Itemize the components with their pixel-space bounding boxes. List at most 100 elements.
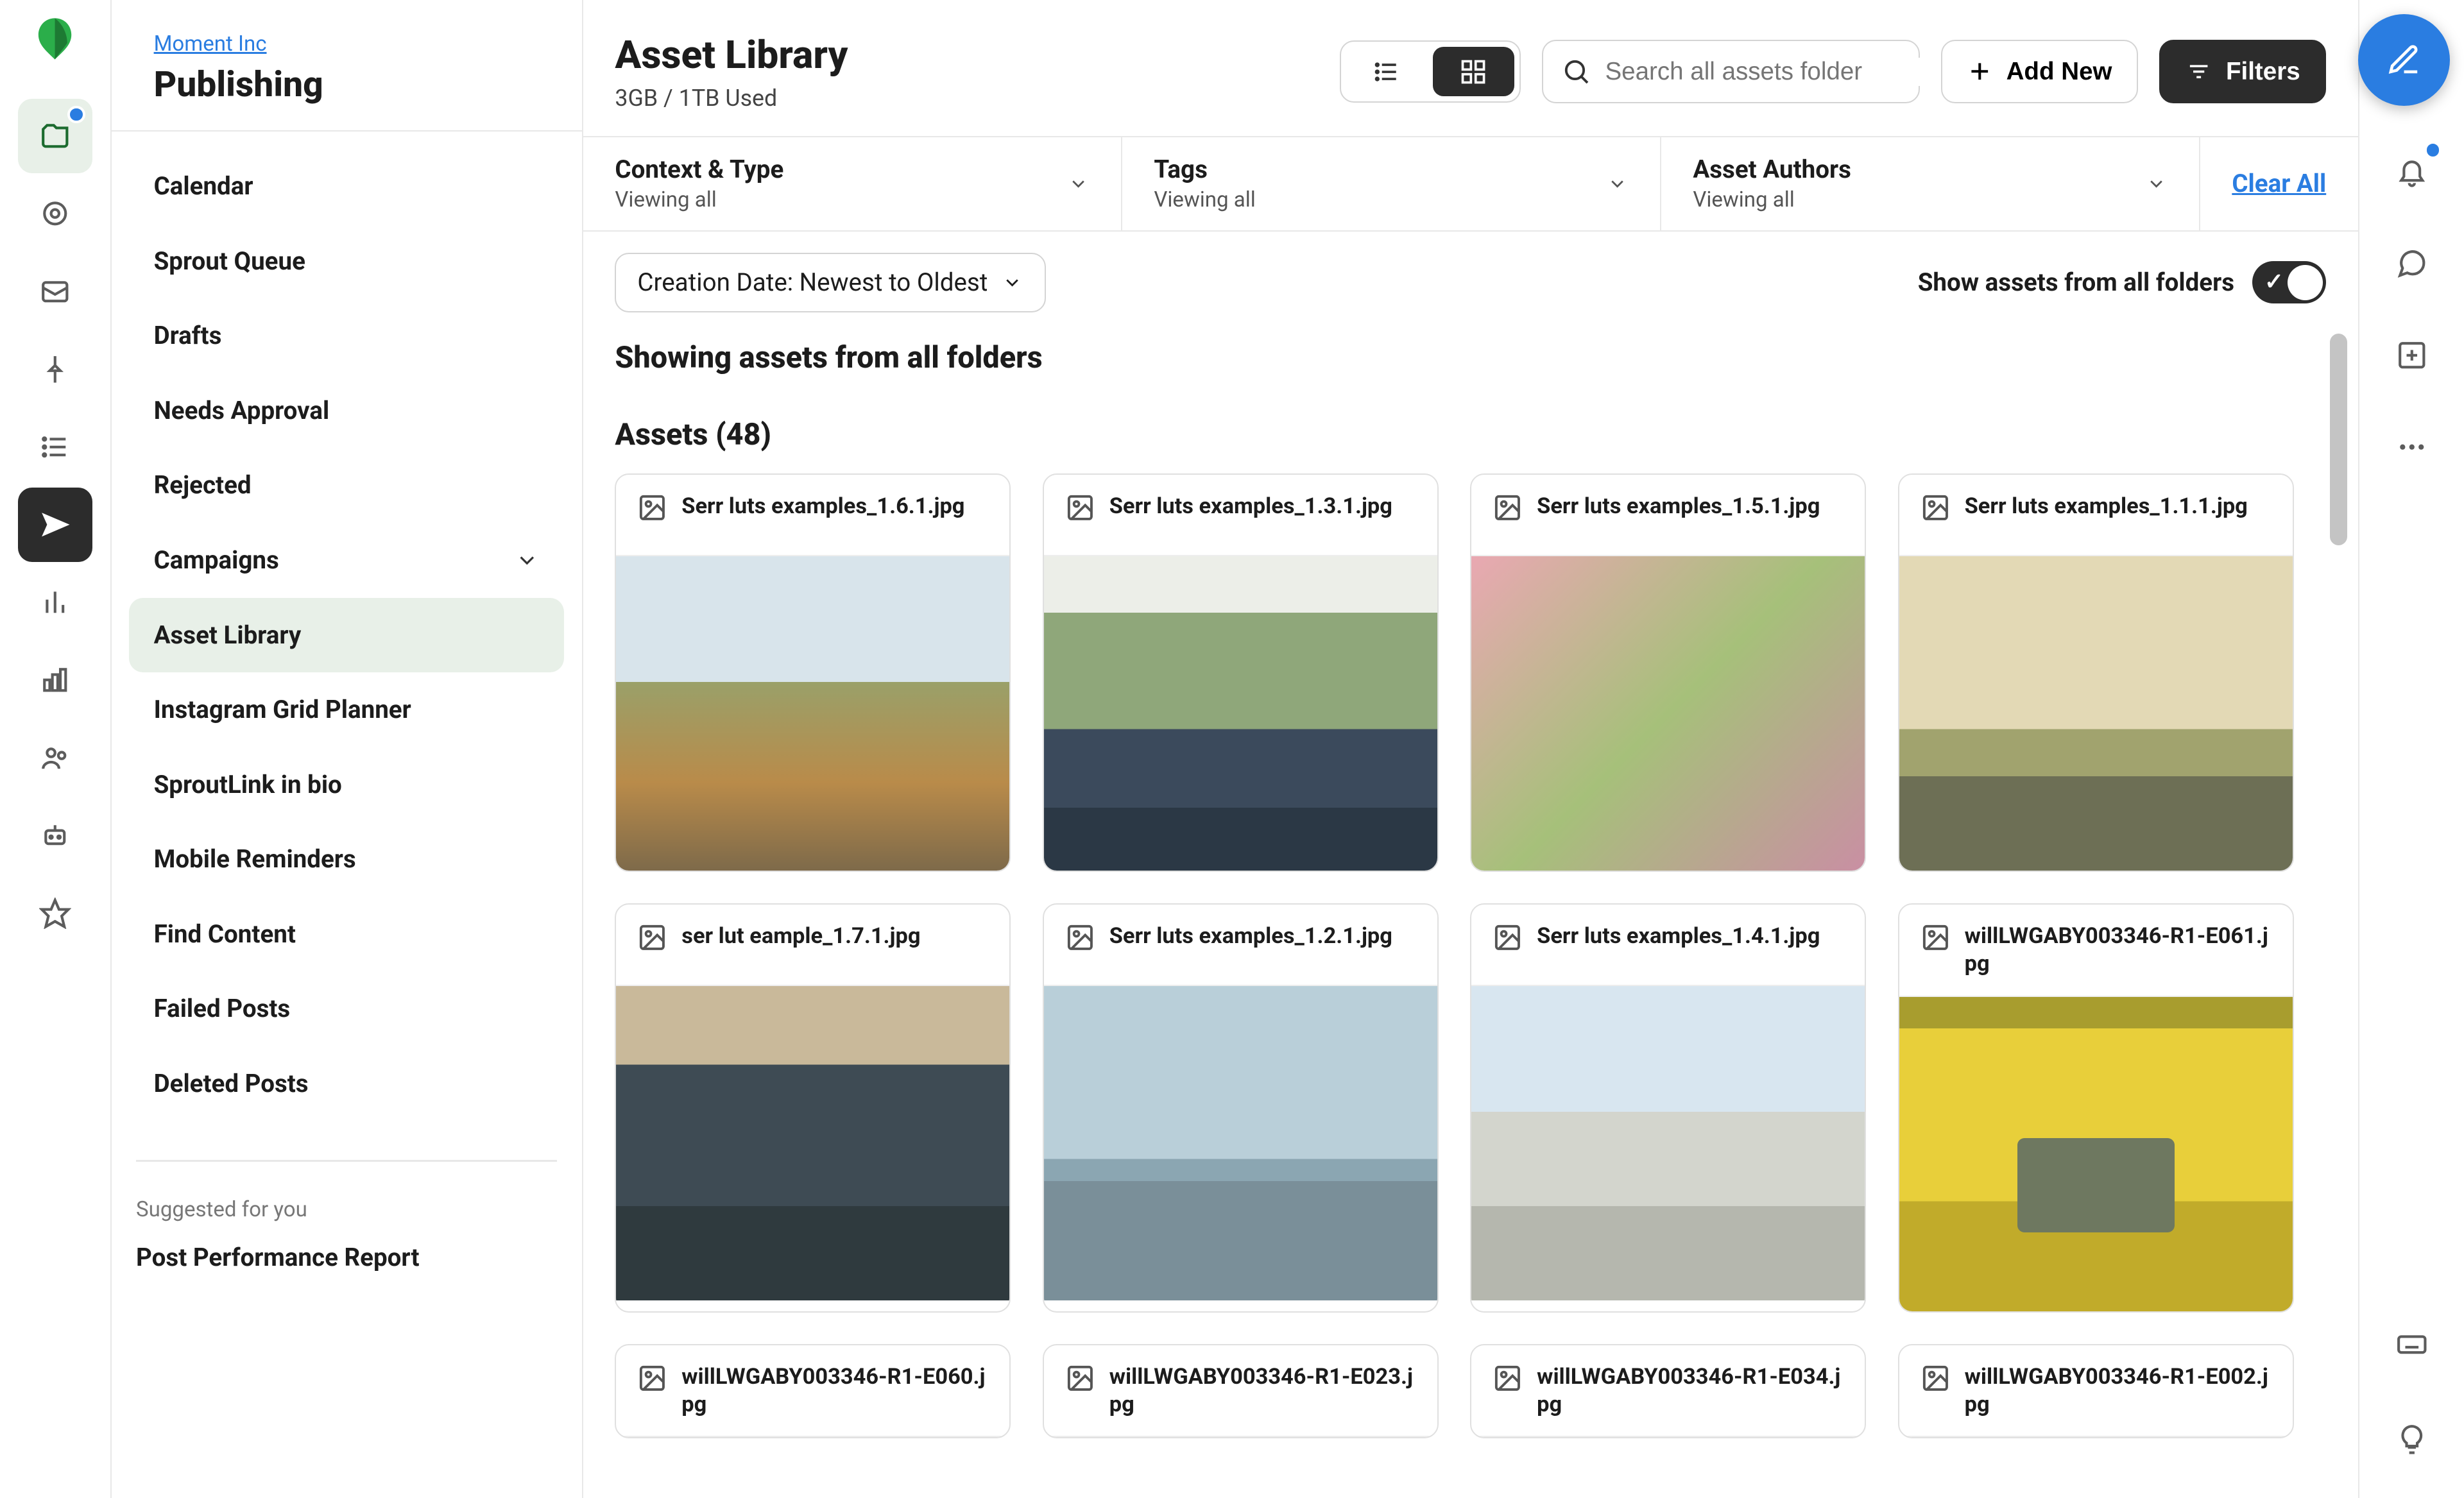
search-wrap[interactable] bbox=[1542, 40, 1920, 103]
asset-card[interactable]: willLWGABY003346-R1-E060.jpg bbox=[615, 1344, 1011, 1438]
sidebar-divider bbox=[136, 1160, 557, 1162]
asset-thumbnail bbox=[1044, 986, 1437, 1300]
rail-library[interactable] bbox=[18, 99, 92, 173]
usage-text: 3GB / 1TB Used bbox=[615, 85, 848, 112]
rail-target[interactable] bbox=[18, 176, 92, 251]
rail-people[interactable] bbox=[18, 720, 92, 795]
rail-star[interactable] bbox=[18, 876, 92, 951]
page-title: Asset Library bbox=[615, 32, 848, 78]
asset-card[interactable]: Serr luts examples_1.3.1.jpg bbox=[1043, 473, 1439, 872]
sidebar-item-rejected[interactable]: Rejected bbox=[129, 448, 564, 523]
image-icon bbox=[1921, 1363, 1951, 1393]
scrollbar[interactable] bbox=[2330, 334, 2348, 1102]
filter-tags-label: Tags bbox=[1154, 155, 1255, 184]
compose-fab[interactable] bbox=[2358, 14, 2450, 106]
asset-thumbnail bbox=[616, 986, 1009, 1300]
asset-thumbnail bbox=[1471, 986, 1865, 1300]
asset-filename: Serr luts examples_1.6.1.jpg bbox=[681, 493, 964, 520]
clear-all-link[interactable]: Clear All bbox=[2200, 137, 2358, 230]
filter-context-sub: Viewing all bbox=[615, 187, 783, 212]
view-toggle bbox=[1340, 40, 1521, 103]
sidebar-item-asset-library[interactable]: Asset Library bbox=[129, 598, 564, 673]
rail-pin[interactable] bbox=[18, 332, 92, 407]
sidebar-item-needs-approval[interactable]: Needs Approval bbox=[129, 373, 564, 448]
asset-thumbnail bbox=[1044, 556, 1437, 871]
asset-filename: Serr luts examples_1.4.1.jpg bbox=[1537, 923, 1820, 950]
asset-card[interactable]: Serr luts examples_1.1.1.jpg bbox=[1898, 473, 2294, 872]
view-grid-button[interactable] bbox=[1433, 47, 1514, 96]
sidebar-item-label: Calendar bbox=[154, 172, 253, 201]
more-icon[interactable] bbox=[2375, 410, 2449, 484]
image-icon bbox=[1921, 923, 1951, 953]
filter-tags[interactable]: Tags Viewing all bbox=[1122, 137, 1661, 230]
rail-publishing[interactable] bbox=[18, 488, 92, 562]
sidebar-item-campaigns[interactable]: Campaigns bbox=[129, 523, 564, 598]
sort-dropdown[interactable]: Creation Date: Newest to Oldest bbox=[615, 253, 1045, 312]
asset-card[interactable]: Serr luts examples_1.4.1.jpg bbox=[1470, 903, 1866, 1312]
check-icon: ✓ bbox=[2264, 268, 2284, 295]
add-panel-icon[interactable] bbox=[2375, 318, 2449, 393]
section-title: Publishing bbox=[154, 64, 540, 105]
asset-filename: Serr luts examples_1.3.1.jpg bbox=[1109, 493, 1392, 520]
filter-context[interactable]: Context & Type Viewing all bbox=[583, 137, 1122, 230]
rail-inbox[interactable] bbox=[18, 255, 92, 329]
chevron-down-icon bbox=[1607, 173, 1628, 194]
sidebar-item-find-content[interactable]: Find Content bbox=[129, 897, 564, 972]
sidebar-item-label: Instagram Grid Planner bbox=[154, 695, 411, 724]
sidebar-item-deleted-posts[interactable]: Deleted Posts bbox=[129, 1046, 564, 1121]
sidebar-item-label: Rejected bbox=[154, 471, 252, 500]
sidebar-item-mobile-reminders[interactable]: Mobile Reminders bbox=[129, 822, 564, 898]
filter-tags-sub: Viewing all bbox=[1154, 187, 1255, 212]
rail-reports[interactable] bbox=[18, 643, 92, 717]
sidebar-item-sprout-queue[interactable]: Sprout Queue bbox=[129, 224, 564, 299]
asset-card[interactable]: willLWGABY003346-R1-E023.jpg bbox=[1043, 1344, 1439, 1438]
image-icon bbox=[1065, 1363, 1095, 1393]
asset-grid: Serr luts examples_1.6.1.jpg Serr luts ex… bbox=[615, 473, 2305, 1438]
filter-authors[interactable]: Asset Authors Viewing all bbox=[1661, 137, 2200, 230]
rail-bot[interactable] bbox=[18, 799, 92, 873]
asset-card[interactable]: ser lut eample_1.7.1.jpg bbox=[615, 903, 1011, 1312]
sidebar-item-label: Sprout Queue bbox=[154, 247, 305, 276]
add-new-button[interactable]: Add New bbox=[1941, 40, 2138, 103]
search-input[interactable] bbox=[1605, 58, 1923, 86]
asset-card[interactable]: Serr luts examples_1.2.1.jpg bbox=[1043, 903, 1439, 1312]
folders-toggle-label: Show assets from all folders bbox=[1918, 268, 2234, 297]
keyboard-icon[interactable] bbox=[2375, 1307, 2449, 1382]
sidebar-item-label: Asset Library bbox=[154, 621, 302, 650]
comments-icon[interactable] bbox=[2375, 226, 2449, 300]
help-icon[interactable] bbox=[2375, 1402, 2449, 1477]
sidebar-item-drafts[interactable]: Drafts bbox=[129, 298, 564, 373]
filter-authors-sub: Viewing all bbox=[1693, 187, 1851, 212]
asset-card[interactable]: willLWGABY003346-R1-E034.jpg bbox=[1470, 1344, 1866, 1438]
asset-filename: Serr luts examples_1.1.1.jpg bbox=[1965, 493, 2248, 520]
chevron-down-icon bbox=[1068, 173, 1089, 194]
sidebar-item-instagram-grid-planner[interactable]: Instagram Grid Planner bbox=[129, 672, 564, 747]
sidebar-item-failed-posts[interactable]: Failed Posts bbox=[129, 972, 564, 1047]
asset-card[interactable]: Serr luts examples_1.5.1.jpg bbox=[1470, 473, 1866, 872]
asset-filename: willLWGABY003346-R1-E034.jpg bbox=[1537, 1363, 1844, 1418]
sidebar-item-sproutlink-in-bio[interactable]: SproutLink in bio bbox=[129, 747, 564, 822]
suggested-item[interactable]: Post Performance Report bbox=[112, 1229, 582, 1286]
image-icon bbox=[1065, 923, 1095, 953]
sidebar-item-label: Mobile Reminders bbox=[154, 845, 356, 874]
rail-list[interactable] bbox=[18, 410, 92, 484]
left-rail bbox=[0, 0, 112, 1498]
image-icon bbox=[1921, 493, 1951, 523]
filter-context-label: Context & Type bbox=[615, 155, 783, 184]
notifications-icon[interactable] bbox=[2375, 134, 2449, 209]
filters-button[interactable]: Filters bbox=[2159, 40, 2326, 103]
folders-toggle-switch[interactable]: ✓ bbox=[2252, 261, 2327, 303]
asset-card[interactable]: Serr luts examples_1.6.1.jpg bbox=[615, 473, 1011, 872]
image-icon bbox=[1493, 1363, 1523, 1393]
view-list-button[interactable] bbox=[1346, 47, 1428, 96]
main: Asset Library 3GB / 1TB Used Add New bbox=[583, 0, 2358, 1498]
sidebar-item-label: Find Content bbox=[154, 920, 296, 949]
sidebar-item-calendar[interactable]: Calendar bbox=[129, 149, 564, 224]
sidebar-item-label: Campaigns bbox=[154, 546, 279, 575]
breadcrumb[interactable]: Moment Inc bbox=[154, 31, 267, 56]
asset-card[interactable]: willLWGABY003346-R1-E002.jpg bbox=[1898, 1344, 2294, 1438]
chevron-down-icon bbox=[2146, 173, 2167, 194]
asset-card[interactable]: willLWGABY003346-R1-E061.jpg bbox=[1898, 903, 2294, 1312]
filters-row: Context & Type Viewing all Tags Viewing … bbox=[583, 136, 2358, 232]
rail-analytics[interactable] bbox=[18, 565, 92, 640]
